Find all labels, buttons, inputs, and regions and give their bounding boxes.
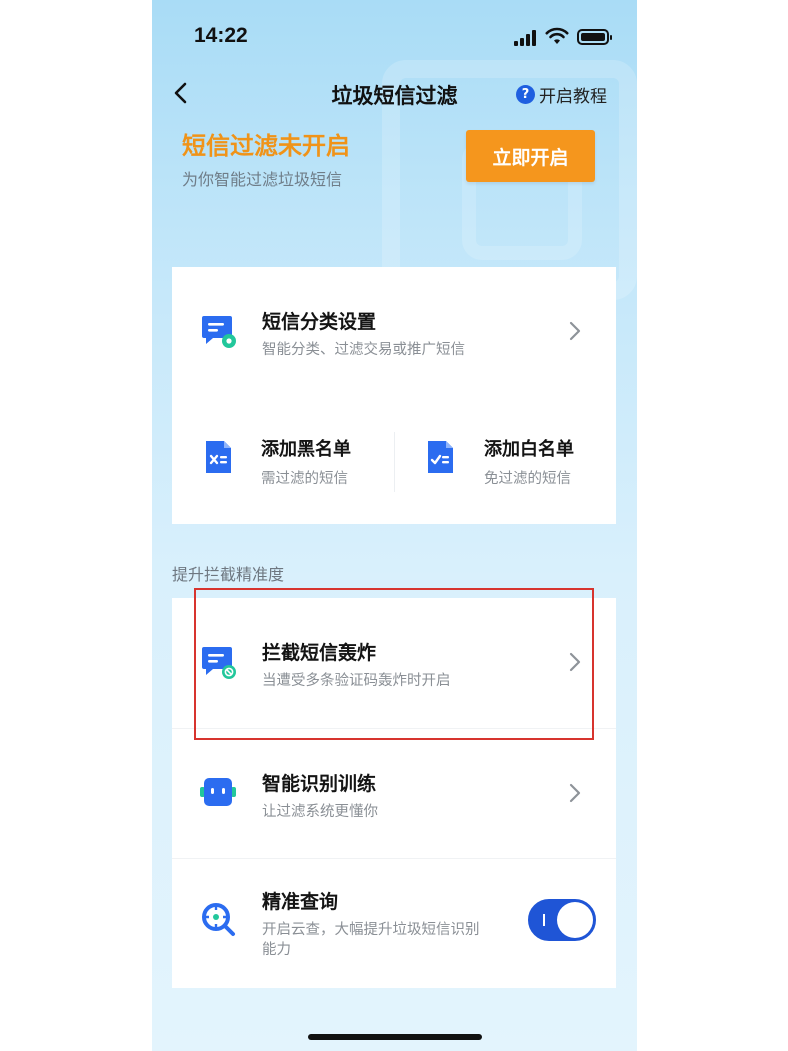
blacklist-subtitle: 需过滤的短信 [261,471,348,487]
filter-status-title: 短信过滤未开启 [182,132,350,160]
wifi-icon [545,27,569,44]
filter-settings-card: 短信分类设置 智能分类、过滤交易或推广短信 添加黑名单 需过滤的短信 添加白名单… [172,267,616,524]
filter-status-subtitle: 为你智能过滤垃圾短信 [182,170,343,189]
precise-query-row: 精准查询 开启云查，大幅提升垃圾短信识别 能力 [172,859,616,987]
add-whitelist-row[interactable]: 添加白名单 免过滤的短信 [394,417,616,507]
classification-settings-row[interactable]: 短信分类设置 智能分类、过滤交易或推广短信 [172,267,616,397]
enable-now-button[interactable]: 立即开启 [466,130,595,182]
help-icon: ? [516,85,535,104]
tutorial-link[interactable]: ? 开启教程 [516,82,607,107]
blacklist-title: 添加黑名单 [261,439,351,460]
robot-icon [200,778,236,806]
whitelist-title: 添加白名单 [484,439,574,460]
status-bar: 14:22 [152,0,637,76]
whitelist-document-icon [428,441,453,473]
status-time: 14:22 [194,24,248,47]
classification-title: 短信分类设置 [262,311,377,333]
phone-screen: 14:22 垃圾短信过滤 ? 开启教程 短信过滤未开启 为你智能过滤垃圾短信 立… [152,0,637,1051]
battery-icon [577,29,612,45]
toggle-on-mark [543,914,545,926]
home-indicator[interactable] [308,1034,482,1040]
precise-title: 精准查询 [262,891,339,913]
nav-bar: 垃圾短信过滤 ? 开启教程 [152,72,637,116]
precise-subtitle-line1: 开启云查，大幅提升垃圾短信识别 [262,922,480,938]
search-target-icon [202,903,235,936]
chevron-right-icon [569,321,581,341]
training-subtitle: 让过滤系统更懂你 [262,804,378,820]
add-blacklist-row[interactable]: 添加黑名单 需过滤的短信 [172,417,394,507]
smart-training-row[interactable]: 智能识别训练 让过滤系统更懂你 [172,729,616,857]
tutorial-label: 开启教程 [539,87,607,107]
classification-subtitle: 智能分类、过滤交易或推广短信 [262,342,465,358]
precise-subtitle-line2: 能力 [262,942,291,958]
message-settings-icon [202,316,236,348]
chevron-right-icon [569,783,581,803]
precise-query-toggle[interactable] [528,899,596,941]
whitelist-subtitle: 免过滤的短信 [484,471,571,487]
section-label: 提升拦截精准度 [172,565,285,584]
toggle-knob [557,902,593,938]
cellular-signal-icon [514,30,538,46]
annotation-highlight-box [194,588,594,740]
training-title: 智能识别训练 [262,773,377,795]
blacklist-document-icon [206,441,231,473]
